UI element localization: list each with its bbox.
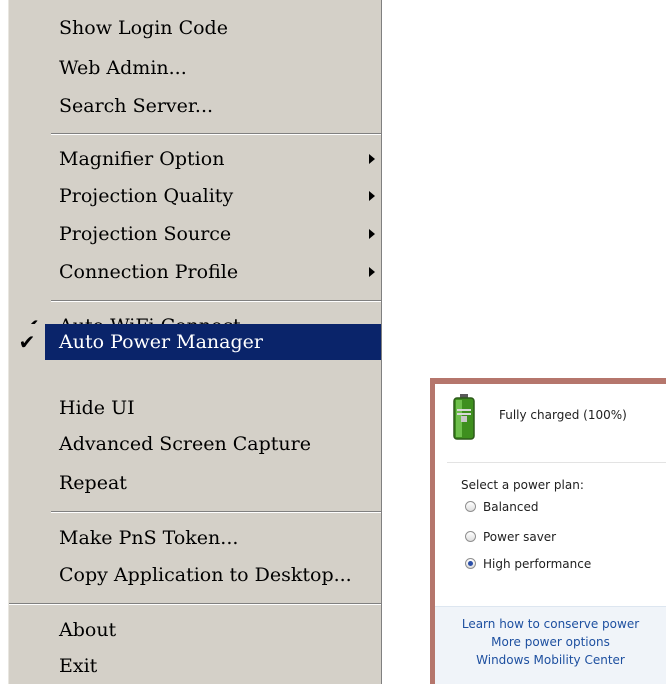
power-plan-title: Select a power plan:: [461, 478, 584, 492]
submenu-arrow-icon: [369, 267, 375, 277]
submenu-arrow-icon: [369, 154, 375, 164]
power-flyout: Fully charged (100%) Select a power plan…: [430, 378, 666, 684]
checkmark-icon: ✔: [9, 324, 45, 360]
menu-item-projection-source[interactable]: Projection Source: [9, 216, 381, 252]
menu-item-advanced-screen-capture[interactable]: Advanced Screen Capture: [9, 426, 381, 462]
radio-button[interactable]: [465, 531, 476, 542]
menu-item-label: Magnifier Option: [59, 148, 225, 170]
divider: [447, 462, 666, 463]
menu-item-label: Web Admin...: [59, 57, 187, 79]
menu-item-label: Copy Application to Desktop...: [59, 564, 352, 586]
power-plan-label: High performance: [483, 557, 592, 571]
link-conserve-power[interactable]: Learn how to conserve power: [435, 617, 666, 631]
menu-item-label: Projection Quality: [59, 185, 234, 207]
menu-item-hide-ui[interactable]: Hide UI: [9, 390, 381, 426]
menu-item-show-login-code[interactable]: Show Login Code: [9, 10, 381, 46]
power-plan-label: Balanced: [483, 500, 539, 514]
power-flyout-links: Learn how to conserve power More power o…: [435, 606, 666, 684]
power-flyout-panel: Fully charged (100%) Select a power plan…: [435, 384, 666, 684]
menu-item-label: Connection Profile: [59, 261, 239, 283]
menu-item-label: Projection Source: [59, 223, 232, 245]
menu-item-label: Hide UI: [59, 397, 135, 419]
radio-button[interactable]: [465, 501, 476, 512]
menu-item-auto-power-manager[interactable]: ✔ Auto Power Manager: [9, 324, 381, 360]
menu-item-projection-quality[interactable]: Projection Quality: [9, 178, 381, 214]
menu-item-label: Show Login Code: [59, 17, 228, 39]
battery-full-icon: [453, 394, 475, 440]
link-more-power-options[interactable]: More power options: [435, 635, 666, 649]
menu-item-label: About: [59, 619, 117, 641]
menu-separator: [9, 603, 381, 605]
link-windows-mobility-center[interactable]: Windows Mobility Center: [435, 653, 666, 667]
menu-item-repeat[interactable]: Repeat: [9, 465, 381, 501]
menu-item-label: Advanced Screen Capture: [59, 433, 312, 455]
menu-item-web-admin[interactable]: Web Admin...: [9, 50, 381, 86]
menu-item-magnifier-option[interactable]: Magnifier Option: [9, 141, 381, 177]
menu-item-search-server[interactable]: Search Server...: [9, 88, 381, 124]
submenu-arrow-icon: [369, 191, 375, 201]
context-menu: Show Login Code Web Admin... Search Serv…: [8, 0, 382, 684]
power-plan-label: Power saver: [483, 530, 557, 544]
menu-item-label: Exit: [59, 655, 98, 677]
menu-item-label: Make PnS Token...: [59, 527, 239, 549]
menu-item-label: Search Server...: [59, 95, 214, 117]
menu-separator: [51, 511, 381, 513]
menu-item-connection-profile[interactable]: Connection Profile: [9, 254, 381, 290]
radio-button-selected[interactable]: [465, 558, 476, 569]
menu-item-about[interactable]: About: [9, 612, 381, 648]
menu-item-exit[interactable]: Exit: [9, 648, 381, 684]
menu-separator: [51, 300, 381, 302]
submenu-arrow-icon: [369, 229, 375, 239]
menu-item-make-pns-token[interactable]: Make PnS Token...: [9, 520, 381, 556]
menu-separator: [51, 133, 381, 135]
menu-item-label: Auto Power Manager: [59, 331, 263, 353]
menu-item-label: Repeat: [59, 472, 127, 494]
battery-status-text: Fully charged (100%): [499, 408, 627, 422]
menu-item-copy-application-to-desktop[interactable]: Copy Application to Desktop...: [9, 557, 381, 593]
